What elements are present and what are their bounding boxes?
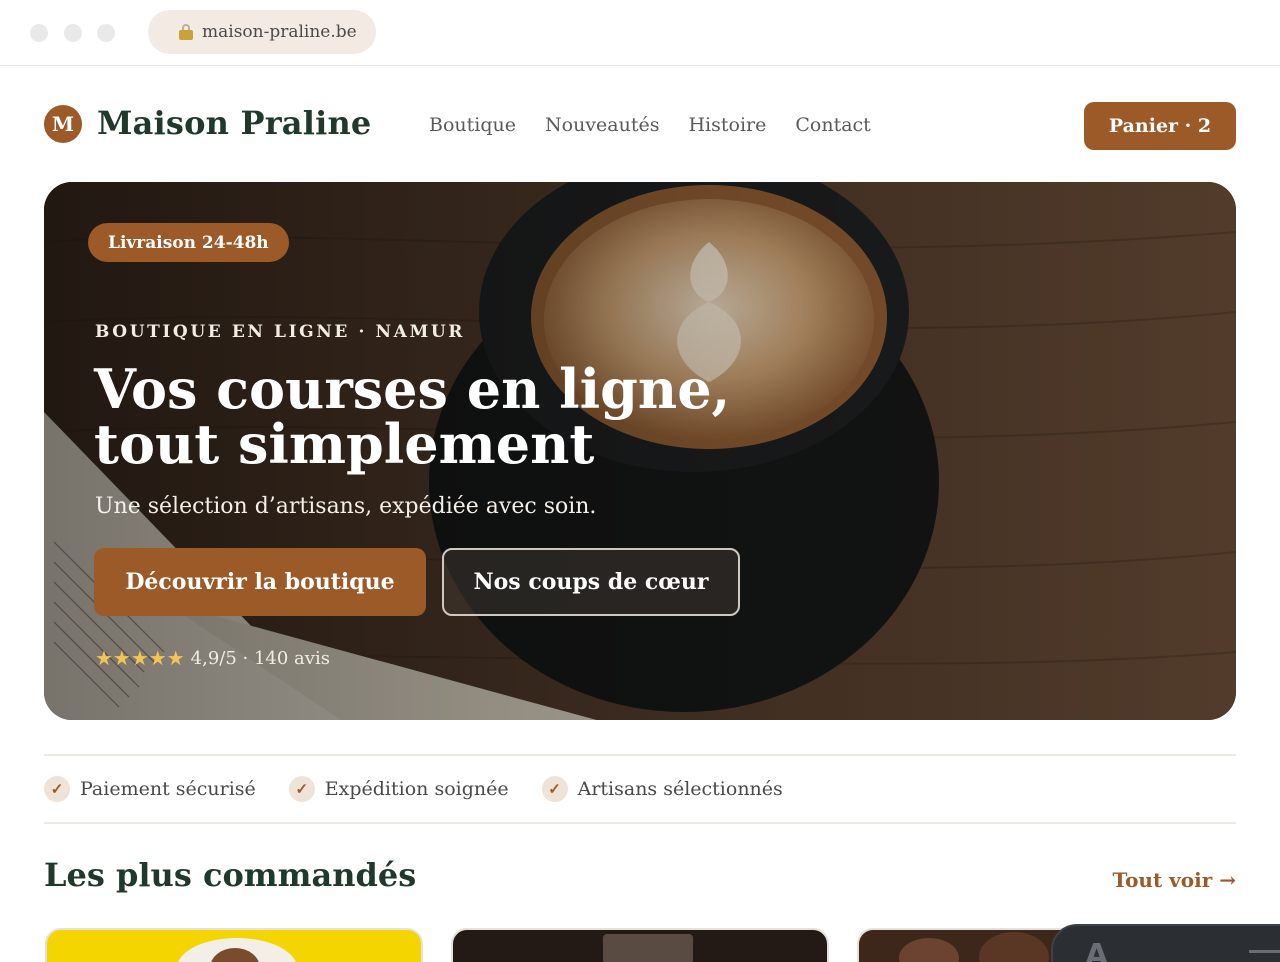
- nav-item-nouveautes[interactable]: Nouveautés: [545, 114, 659, 136]
- favorites-button[interactable]: Nos coups de cœur: [442, 548, 740, 616]
- main-nav: Boutique Nouveautés Histoire Contact: [429, 114, 871, 136]
- product-image-detail: [979, 932, 1049, 962]
- lock-icon: [179, 24, 193, 40]
- floating-widget[interactable]: A: [1051, 924, 1280, 962]
- window-maximize-dot[interactable]: [97, 24, 115, 42]
- cart-button[interactable]: Panier · 2: [1084, 102, 1236, 150]
- check-icon: ✓: [44, 776, 70, 802]
- nav-item-histoire[interactable]: Histoire: [688, 114, 766, 136]
- logo-icon[interactable]: M: [44, 105, 82, 143]
- discover-shop-button[interactable]: Découvrir la boutique: [94, 548, 426, 616]
- check-icon: ✓: [288, 776, 315, 802]
- delivery-badge: Livraison 24-48h: [88, 223, 289, 262]
- nav-item-boutique[interactable]: Boutique: [429, 114, 516, 136]
- trust-label: Expédition soignée: [324, 778, 509, 800]
- address-bar-url: maison-praline.be: [202, 22, 357, 42]
- trust-item-payment: ✓ Paiement sécurisé: [44, 776, 256, 802]
- window-minimize-dot[interactable]: [64, 24, 82, 42]
- trust-item-shipping: ✓ Expédition soignée: [288, 776, 509, 802]
- product-image: [899, 938, 959, 962]
- hero-eyebrow: BOUTIQUE EN LIGNE · NAMUR: [95, 322, 466, 342]
- hero-title: Vos courses en ligne, tout simplement: [94, 357, 731, 476]
- rating-text: 4,9/5 · 140 avis: [190, 647, 330, 669]
- check-icon: ✓: [541, 776, 568, 802]
- product-card[interactable]: [451, 928, 829, 962]
- trust-item-artisans: ✓ Artisans sélectionnés: [541, 776, 783, 802]
- product-card[interactable]: [45, 928, 423, 962]
- section-title: Les plus commandés: [44, 856, 417, 894]
- trust-bar: ✓ Paiement sécurisé ✓ Expédition soignée…: [44, 754, 1236, 824]
- menu-icon: [1249, 950, 1280, 953]
- hero-banner: Livraison 24-48h BOUTIQUE EN LIGNE · NAM…: [44, 182, 1236, 720]
- nav-item-contact[interactable]: Contact: [795, 114, 870, 136]
- trust-label: Paiement sécurisé: [80, 778, 256, 800]
- see-all-link[interactable]: Tout voir →: [1113, 868, 1237, 892]
- address-bar[interactable]: maison-praline.be: [148, 10, 376, 54]
- product-image: [603, 934, 693, 962]
- text-size-icon: A: [1085, 938, 1109, 962]
- browser-chrome: maison-praline.be: [0, 0, 1280, 66]
- window-close-dot[interactable]: [30, 24, 48, 42]
- rating-summary: ★★★★★ 4,9/5 · 140 avis: [95, 646, 330, 670]
- hero-subtitle: Une sélection d’artisans, expédiée avec …: [95, 494, 597, 519]
- site-header: M Maison Praline Boutique Nouveautés His…: [44, 100, 1236, 152]
- brand-name[interactable]: Maison Praline: [97, 104, 371, 142]
- trust-label: Artisans sélectionnés: [577, 778, 783, 800]
- star-icon: ★★★★★: [95, 646, 185, 670]
